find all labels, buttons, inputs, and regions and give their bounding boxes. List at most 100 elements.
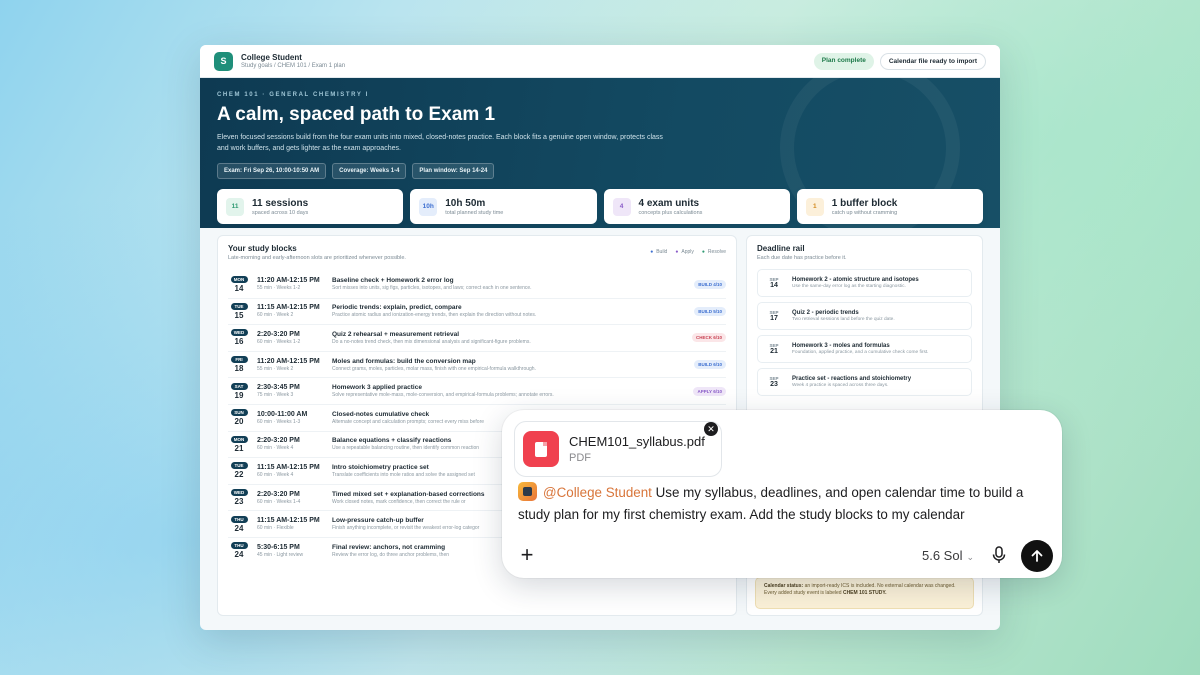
mention-tag: @College Student xyxy=(543,485,652,500)
model-selector[interactable]: 5.6 Sol ⌄ xyxy=(922,548,974,563)
deadline-item[interactable]: SEP 17 Quiz 2 - periodic trends Two retriev… xyxy=(757,302,972,330)
block-day: 21 xyxy=(234,443,244,453)
block-time: 2:20-3:20 PM 60 min · Weeks 1-4 xyxy=(257,491,332,505)
block-time-range: 11:15 AM-12:15 PM xyxy=(257,463,320,471)
stat-card: 1 1 buffer block catch up without cramming xyxy=(796,189,983,224)
exam-date-chip: Exam: Fri Sep 26, 10:00-10:50 AM xyxy=(217,163,327,179)
block-date: THU 24 xyxy=(228,542,250,559)
remove-attachment-button[interactable]: ✕ xyxy=(704,422,718,436)
top-actions: Plan complete Calendar file ready to imp… xyxy=(813,52,986,70)
pdf-file-icon xyxy=(523,431,559,467)
block-weekday: WED xyxy=(230,489,248,497)
stat-cards: 11 11 sessions spaced across 10 days 10h 10h… xyxy=(217,189,983,224)
deadline-date: SEP 23 xyxy=(764,376,784,388)
coverage-chip: Coverage: Weeks 1-4 xyxy=(332,163,407,179)
stat-badge: 11 xyxy=(226,197,244,216)
deadline-description: Two retrieval sessions land before the q… xyxy=(792,317,895,322)
block-weekday: MON xyxy=(230,435,248,443)
block-date: THU 24 xyxy=(228,515,250,533)
chat-composer: CHEM101_syllabus.pdf PDF ✕ @College Stud… xyxy=(502,410,1062,578)
stat-value: 11 sessions xyxy=(252,197,309,209)
block-duration: 60 min · Flexible xyxy=(257,525,294,532)
deadline-date: SEP 17 xyxy=(764,310,784,322)
block-description: Connect grams, moles, particles, molar m… xyxy=(332,365,536,372)
block-time: 2:20-3:20 PM 60 min · Weeks 1-2 xyxy=(257,331,332,345)
block-day: 15 xyxy=(234,310,244,320)
block-description: Practice atomic radius and ionization-en… xyxy=(332,312,537,319)
stat-subtitle: concepts plus calculations xyxy=(638,209,703,216)
block-title: Homework 3 applied practice xyxy=(332,384,422,392)
deadline-date: SEP 14 xyxy=(764,277,784,289)
deadline-description: Foundation, applied practice, and a cumu… xyxy=(792,350,929,355)
block-time-range: 5:30-6:15 PM xyxy=(257,543,300,551)
stat-text: 4 exam units concepts plus calculations xyxy=(639,198,703,216)
deadline-item[interactable]: SEP 21 Homework 3 - moles and formulas Foun… xyxy=(757,335,972,363)
top-bar: S College Student Study goals / CHEM 101… xyxy=(200,45,1000,78)
study-block-row[interactable]: SAT 19 2:30-3:45 PM 75 min · Week 3 Homework… xyxy=(228,377,726,404)
block-description: Solve representative mole-mass, mole-con… xyxy=(332,392,554,399)
block-time-range: 2:20-3:20 PM xyxy=(257,490,300,498)
block-duration: 60 min · Week 4 xyxy=(257,445,294,452)
deadline-title: Practice set - reactions and stoichiomet… xyxy=(792,376,912,382)
block-task: Moles and formulas: build the conversion… xyxy=(332,358,688,372)
block-weekday: FRI xyxy=(230,356,248,364)
block-weekday: THU xyxy=(230,542,248,550)
block-task: Periodic trends: explain, predict, compa… xyxy=(332,304,688,318)
deadline-item[interactable]: SEP 14 Homework 2 - atomic structure and i… xyxy=(757,269,972,297)
study-block-row[interactable]: WED 16 2:20-3:20 PM 60 min · Weeks 1-2 Quiz … xyxy=(228,324,726,351)
block-date: SAT 19 xyxy=(228,382,250,400)
block-day: 23 xyxy=(234,497,244,507)
calendar-status-note: Calendar status: an import-ready ICS is … xyxy=(755,577,974,609)
calendar-status-tag: CHEM 101 STUDY. xyxy=(842,590,887,597)
block-phase-tag: BUILD 6/10 xyxy=(694,360,726,370)
study-block-row[interactable]: TUE 15 11:15 AM-12:15 PM 60 min · Week 2 Per… xyxy=(228,297,726,325)
block-title: Baseline check + Homework 2 error log xyxy=(332,277,454,285)
stat-card: 11 11 sessions spaced across 10 days xyxy=(217,189,404,224)
block-time-range: 10:00-11:00 AM xyxy=(257,410,308,418)
block-time: 11:15 AM-12:15 PM 60 min · Flexible xyxy=(257,517,332,531)
block-day: 19 xyxy=(234,390,244,400)
block-title: Moles and formulas: build the conversion… xyxy=(332,357,476,365)
file-name: CHEM101_syllabus.pdf xyxy=(569,434,705,449)
study-block-row[interactable]: FRI 18 11:20 AM-12:15 PM 55 min · Week 2 Mol… xyxy=(228,350,726,378)
block-time-range: 11:15 AM-12:15 PM xyxy=(257,304,320,312)
stat-badge: 10h xyxy=(419,197,438,216)
prompt-input[interactable]: @College Student Use my syllabus, deadli… xyxy=(518,482,1038,526)
graduation-cap-icon xyxy=(518,482,537,501)
hero-description: Eleven focused sessions build from the f… xyxy=(217,134,663,152)
add-attachment-button[interactable]: + xyxy=(516,544,538,566)
arrow-up-icon xyxy=(1031,550,1043,562)
block-duration: 60 min · Weeks 1-2 xyxy=(257,338,301,345)
block-date: MON 21 xyxy=(228,435,250,453)
block-phase-tag: BUILD 5/10 xyxy=(694,306,726,316)
breadcrumb: Study goals / CHEM 101 / Exam 1 plan xyxy=(241,63,346,69)
block-weekday: SAT xyxy=(230,382,248,390)
legend: Build Apply Resolve xyxy=(650,249,726,255)
deadline-item[interactable]: SEP 23 Practice set - reactions and stoich… xyxy=(757,368,972,396)
deadline-description: Use the same-day error log as the starti… xyxy=(792,284,906,289)
block-weekday: MON xyxy=(230,275,248,283)
deadline-title: Quiz 2 - periodic trends xyxy=(792,310,859,316)
deadline-text: Homework 2 - atomic structure and isotop… xyxy=(792,277,919,289)
block-duration: 60 min · Weeks 1-3 xyxy=(257,418,301,425)
microphone-icon[interactable] xyxy=(992,546,1006,564)
block-description: Do a no-notes trend check, then mix dime… xyxy=(332,338,531,345)
block-date: MON 14 xyxy=(228,275,250,293)
send-button[interactable] xyxy=(1021,540,1053,572)
deadline-text: Practice set - reactions and stoichiomet… xyxy=(792,376,911,388)
block-weekday: TUE xyxy=(230,302,248,310)
block-description: Sort misses into units, sig figs, partic… xyxy=(332,285,532,292)
stat-text: 11 sessions spaced across 10 days xyxy=(252,198,308,216)
stat-subtitle: catch up without cramming xyxy=(831,209,898,216)
legend-resolve: Resolve xyxy=(702,249,726,255)
block-day: 24 xyxy=(234,550,244,560)
block-duration: 55 min · Week 2 xyxy=(257,365,294,372)
calendar-status-label: Calendar status: xyxy=(764,583,804,589)
study-block-row[interactable]: MON 14 11:20 AM-12:15 PM 55 min · Weeks 1-2… xyxy=(228,271,726,298)
study-blocks-title: Your study blocks xyxy=(228,244,297,253)
attachment-card[interactable]: CHEM101_syllabus.pdf PDF xyxy=(514,421,722,477)
calendar-file-button[interactable]: Calendar file ready to import xyxy=(879,52,986,70)
block-duration: 60 min · Week 4 xyxy=(257,471,294,478)
block-time: 11:20 AM-12:15 PM 55 min · Weeks 1-2 xyxy=(257,277,332,291)
block-date: WED 16 xyxy=(228,329,250,346)
